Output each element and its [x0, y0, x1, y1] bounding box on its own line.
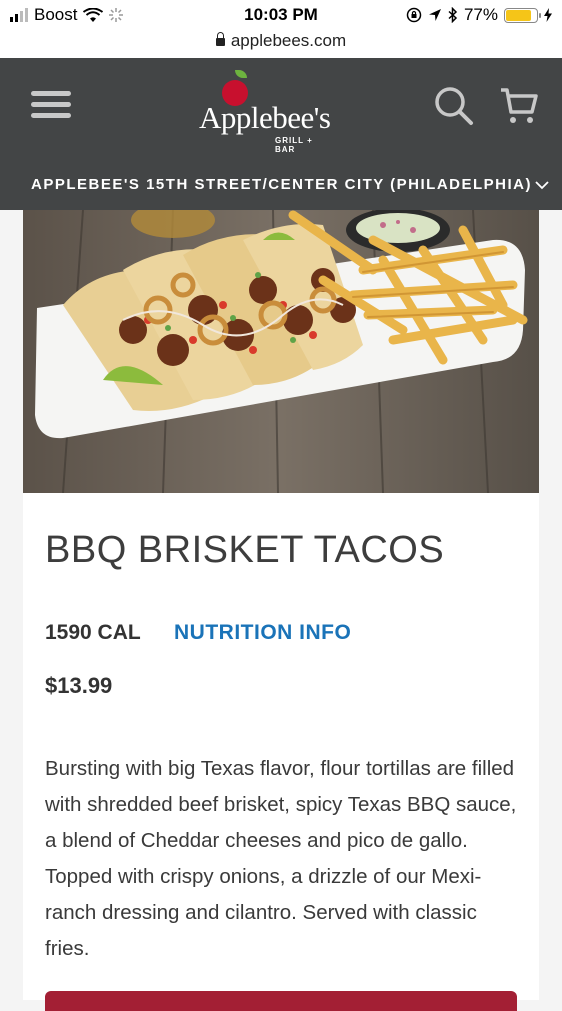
- lock-icon: [215, 32, 225, 46]
- chevron-down-icon[interactable]: [534, 177, 550, 193]
- lock-rotation-icon: [406, 7, 422, 23]
- item-title: BBQ BRISKET TACOS: [45, 529, 445, 571]
- item-price: $13.99: [45, 673, 113, 698]
- status-right: 77%: [406, 5, 552, 25]
- charging-bolt-icon: [544, 8, 552, 22]
- location-label: APPLEBEE'S 15TH STREET/CENTER CITY (PHIL…: [31, 176, 532, 193]
- applebees-logo[interactable]: Applebee's GRILL + BAR: [195, 70, 335, 154]
- url-text: applebees.com: [230, 31, 347, 50]
- status-bar: Boost 10:03 PM 77%: [0, 0, 562, 30]
- search-icon[interactable]: [434, 86, 474, 126]
- location-text: APPLEBEE'S 15TH STREET/CENTER CITY (PHIL…: [31, 176, 533, 193]
- order-button[interactable]: [45, 991, 517, 1011]
- tacos-and-fries-image: [23, 210, 539, 493]
- battery-icon: [504, 7, 541, 23]
- logo-tagline: GRILL + BAR: [275, 136, 313, 154]
- url-bar[interactable]: applebees.com: [0, 30, 562, 58]
- menu-item-photo: [23, 210, 539, 493]
- location-arrow-icon: [428, 9, 441, 21]
- calorie-count: 1590 CAL: [45, 621, 141, 644]
- menu-item-card: BBQ BRISKET TACOS 1590 CAL NUTRITION INF…: [23, 493, 539, 1011]
- site-header: Applebee's GRILL + BAR: [0, 58, 562, 164]
- location-bar[interactable]: APPLEBEE'S 15TH STREET/CENTER CITY (PHIL…: [0, 164, 562, 210]
- nutrition-info-link[interactable]: NUTRITION INFO: [174, 621, 351, 645]
- cart-icon[interactable]: [499, 86, 539, 126]
- logo-wordmark: Applebee's: [199, 100, 331, 135]
- logo-leaf: [235, 70, 247, 78]
- hamburger-menu-icon[interactable]: [31, 91, 71, 121]
- item-description: Bursting with big Texas flavor, flour to…: [45, 757, 517, 960]
- battery-percent: 77%: [463, 5, 498, 24]
- bluetooth-icon: [448, 7, 458, 23]
